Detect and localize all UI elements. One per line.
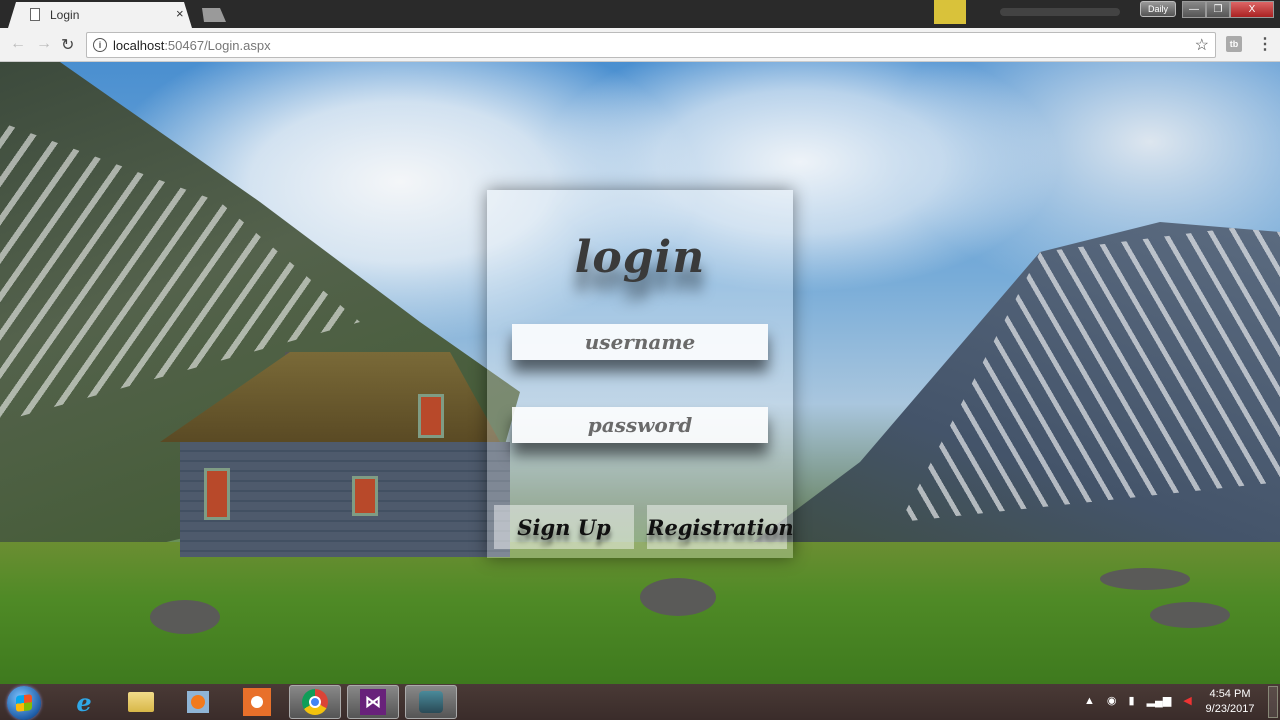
tab-close-icon[interactable]: ×: [176, 6, 184, 21]
cabin-window: [352, 476, 378, 516]
login-title: login: [574, 232, 706, 283]
show-desktop-button[interactable]: [1268, 686, 1278, 718]
url-text[interactable]: localhost:50467/Login.aspx: [113, 38, 271, 53]
taskbar-internet-explorer[interactable]: e: [58, 685, 110, 719]
login-page-background: login Sign Up Registration: [0, 62, 1280, 684]
rock: [1150, 602, 1230, 628]
show-hidden-icons-arrow[interactable]: ▲: [1084, 695, 1095, 707]
chrome-icon: [302, 689, 328, 715]
forward-button[interactable]: →: [36, 35, 52, 53]
mountain-right: [740, 222, 1280, 552]
volume-muted-icon[interactable]: ◀: [1183, 694, 1191, 707]
rock: [150, 600, 220, 634]
taskbar-chrome[interactable]: [289, 685, 341, 719]
tab-login[interactable]: Login ×: [8, 2, 192, 28]
extension-icon[interactable]: tb: [1226, 36, 1242, 52]
sign-up-button[interactable]: Sign Up: [494, 505, 634, 549]
page-icon: [30, 8, 40, 21]
folder-icon: [128, 692, 154, 712]
record-icon[interactable]: ◉: [1107, 694, 1117, 707]
close-window-button[interactable]: X: [1230, 1, 1274, 18]
roof: [160, 352, 500, 442]
signal-icon[interactable]: ▂▄▆: [1147, 694, 1172, 707]
rock: [1100, 568, 1190, 590]
browser-toolbar: ← → ↻ i localhost:50467/Login.aspx ☆ tb …: [0, 28, 1280, 62]
browser-title-bar: Login × Daily — ❐ X: [0, 0, 1280, 28]
power-icon[interactable]: ▮: [1129, 694, 1135, 707]
windows-logo-icon: [16, 694, 32, 712]
login-card: login: [487, 190, 793, 558]
screen-recorder-icon: [243, 688, 271, 716]
start-button[interactable]: [7, 686, 41, 720]
taskbar: e ⋈ ▲ ◉ ▮ ▂▄▆ ◀ 4:54 PM 9/23/2017: [0, 684, 1280, 720]
internet-explorer-icon: e: [76, 687, 92, 717]
address-bar[interactable]: i localhost:50467/Login.aspx ☆: [86, 32, 1216, 58]
menu-icon[interactable]: ⋮: [1257, 34, 1273, 54]
taskbar-screen-recorder[interactable]: [231, 685, 283, 719]
profile-icon[interactable]: [934, 0, 966, 24]
cabin-window: [204, 468, 230, 520]
snow-right: [900, 222, 1280, 522]
cabin-window: [418, 394, 444, 438]
daily-button[interactable]: Daily: [1140, 1, 1176, 17]
taskbar-visual-studio[interactable]: ⋈: [347, 685, 399, 719]
taskbar-media-player[interactable]: [172, 685, 224, 719]
password-input[interactable]: [512, 407, 768, 443]
rock: [640, 578, 716, 616]
minimize-button[interactable]: —: [1182, 1, 1206, 18]
info-icon[interactable]: i: [93, 38, 107, 52]
restore-button[interactable]: ❐: [1206, 1, 1230, 18]
url-path: :50467/Login.aspx: [164, 38, 271, 53]
reload-button[interactable]: ↻: [61, 35, 74, 55]
clock[interactable]: 4:54 PM 9/23/2017: [1200, 687, 1260, 717]
system-tray: ▲ ◉ ▮ ▂▄▆ ◀: [1084, 694, 1192, 708]
visual-studio-icon: ⋈: [360, 689, 386, 715]
clock-date: 9/23/2017: [1205, 703, 1255, 715]
bookmark-star-icon[interactable]: ☆: [1195, 35, 1209, 55]
tab-title: Login: [50, 8, 80, 22]
url-host: localhost: [113, 38, 165, 53]
back-button[interactable]: ←: [10, 35, 26, 53]
media-player-icon: [187, 691, 209, 713]
clock-time: 4:54 PM: [1209, 688, 1251, 700]
registration-button[interactable]: Registration: [647, 505, 794, 549]
taskbar-file-explorer[interactable]: [115, 685, 167, 719]
username-input[interactable]: [512, 324, 768, 360]
microphone-icon: [419, 691, 443, 713]
taskbar-audio-tool[interactable]: [405, 685, 457, 719]
new-tab-button[interactable]: [202, 8, 226, 22]
window-controls: — ❐ X: [1182, 1, 1274, 18]
blurred-title-text: [1000, 8, 1120, 16]
